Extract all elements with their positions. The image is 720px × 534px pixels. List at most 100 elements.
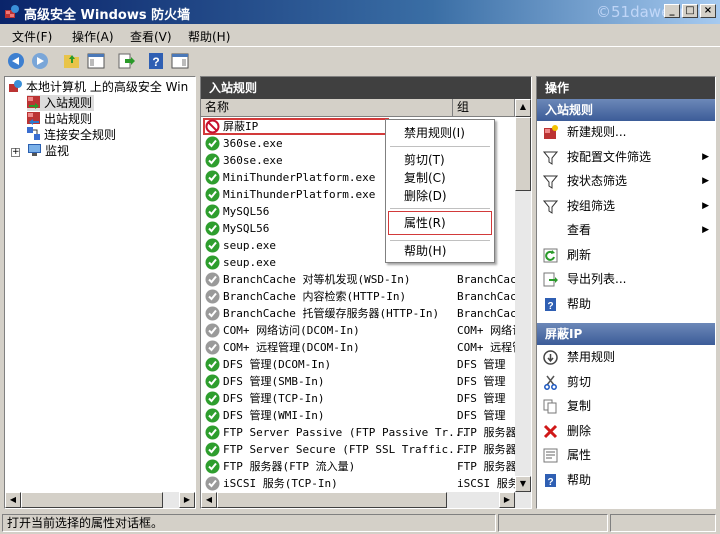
tree-item-monitoring[interactable]: + 监视 [11, 143, 69, 159]
column-header-group[interactable]: 组 [453, 99, 515, 117]
rule-row[interactable]: FTP Server Secure (FTP SSL Traffic... FTP… [203, 441, 517, 458]
disabled-rule-check-icon [205, 323, 220, 338]
status-cell-2 [498, 514, 608, 532]
enabled-rule-check-icon [205, 221, 220, 236]
disabled-rule-check-icon [205, 340, 220, 355]
action-item[interactable]: 禁用规则 [537, 346, 715, 368]
ctx-delete[interactable]: 删除(D) [404, 187, 447, 205]
actions-section-inbound[interactable]: 入站规则 [537, 99, 715, 121]
ctx-disable-rule[interactable]: 禁用规则(I) [404, 124, 465, 142]
ctx-help[interactable]: 帮助(H) [404, 242, 446, 260]
expand-icon[interactable]: + [11, 148, 20, 157]
inbound-rules-icon [27, 96, 40, 109]
action-label: 按配置文件筛选 [567, 149, 652, 164]
scroll-left-button[interactable]: ◀ [201, 492, 217, 508]
rules-hscrollbar[interactable]: ◀ ▶ [201, 492, 531, 508]
navigation-tree: 本地计算机 上的高级安全 Win 入站规则 出站规则 连接安全规则 + 监视 ◀ … [4, 76, 196, 509]
rule-row[interactable]: FTP Server Passive (FTP Passive Tr... FTP… [203, 424, 517, 441]
actions-section-selected-rule[interactable]: 屏蔽IP [537, 323, 715, 345]
tree-item-label: 连接安全规则 [44, 128, 117, 142]
submenu-arrow-icon: ▶ [702, 151, 709, 162]
tree-item-outbound-rules[interactable]: 出站规则 [27, 111, 92, 127]
scroll-thumb[interactable] [21, 492, 163, 508]
action-label: 复制 [567, 399, 592, 413]
menu-view[interactable]: 查看(V) [130, 28, 172, 45]
rule-row[interactable]: DFS 管理(TCP-In) DFS 管理 [203, 390, 515, 407]
rule-row[interactable]: FTP 服务器(FTP 流入量) FTP 服务器 [203, 458, 517, 475]
tree-root[interactable]: 本地计算机 上的高级安全 Win [9, 79, 188, 95]
svg-text:?: ? [547, 477, 553, 488]
action-item[interactable]: 查看 ▶ [537, 219, 715, 241]
rule-row[interactable]: BranchCache 托管缓存服务器(HTTP-In) BranchCach [203, 305, 517, 322]
actions-pane: 操作 入站规则 新建规则... 按配置文件筛选 ▶ 按状态筛选 ▶ 按组筛选 ▶ 查看 ▶ 刷新导… [536, 76, 716, 509]
rule-row[interactable]: DFS 管理(SMB-In) DFS 管理 [203, 373, 515, 390]
rule-name: FTP Server Secure (FTP SSL Traffic... [223, 443, 469, 456]
action-item[interactable]: 导出列表... [537, 268, 715, 290]
action-item[interactable]: ? 帮助 [537, 469, 715, 491]
rule-row[interactable]: BranchCache 对等机发现(WSD-In) BranchCach [203, 271, 517, 288]
disable-icon [543, 350, 558, 365]
rule-group: BranchCach [457, 290, 517, 303]
close-button[interactable]: × [700, 4, 716, 18]
export-list-icon[interactable] [116, 51, 136, 71]
help-icon[interactable]: ? [146, 51, 166, 71]
scroll-thumb[interactable] [217, 492, 447, 508]
menu-file[interactable]: 文件(F) [12, 28, 52, 45]
action-item[interactable]: 删除 [537, 420, 715, 442]
action-item[interactable]: ? 帮助 [537, 293, 715, 315]
action-item[interactable]: 新建规则... [537, 121, 715, 143]
action-item[interactable]: 按组筛选 ▶ [537, 195, 715, 217]
enabled-rule-check-icon [205, 442, 220, 457]
scroll-left-button[interactable]: ◀ [5, 492, 21, 508]
forward-icon[interactable] [30, 51, 50, 71]
up-folder-icon[interactable] [62, 51, 82, 71]
disabled-rule-check-icon [205, 272, 220, 287]
show-action-pane-icon[interactable] [170, 51, 190, 71]
action-item[interactable]: 按状态筛选 ▶ [537, 170, 715, 192]
show-tree-icon[interactable] [86, 51, 106, 71]
tree-item-inbound-rules[interactable]: 入站规则 [27, 95, 95, 111]
back-icon[interactable] [6, 51, 26, 71]
rule-row[interactable]: DFS 管理(DCOM-In) DFS 管理 [203, 356, 515, 373]
rule-name: seup.exe [223, 256, 276, 269]
ctx-copy[interactable]: 复制(C) [404, 169, 446, 187]
rule-row[interactable]: iSCSI 服务(TCP-In) iSCSI 服务 [203, 475, 517, 492]
rule-row[interactable]: COM+ 远程管理(DCOM-In) COM+ 远程管 [203, 339, 517, 356]
ctx-cut[interactable]: 剪切(T) [404, 151, 445, 169]
cut-icon [544, 375, 557, 390]
rule-group: DFS 管理 [457, 358, 506, 371]
enabled-rule-check-icon [205, 459, 220, 474]
export-icon [543, 272, 558, 287]
action-item[interactable]: 剪切 [537, 371, 715, 393]
rule-group: BranchCach [457, 307, 517, 320]
column-header-name[interactable]: 名称 [201, 99, 453, 117]
scroll-down-button[interactable]: ▼ [515, 476, 531, 492]
action-item[interactable]: 属性 [537, 444, 715, 466]
rule-row[interactable]: COM+ 网络访问(DCOM-In) COM+ 网络访 [203, 322, 517, 339]
rule-group: COM+ 网络访 [457, 324, 517, 337]
rule-name: FTP 服务器(FTP 流入量) [223, 460, 356, 473]
submenu-arrow-icon: ▶ [702, 200, 709, 211]
scroll-right-button[interactable]: ▶ [499, 492, 515, 508]
rule-row[interactable]: DFS 管理(WMI-In) DFS 管理 [203, 407, 515, 424]
menu-action[interactable]: 操作(A) [72, 28, 114, 45]
scroll-thumb[interactable] [515, 117, 531, 191]
scroll-right-button[interactable]: ▶ [179, 492, 195, 508]
action-label: 帮助 [567, 296, 592, 311]
rule-row[interactable]: BranchCache 内容检索(HTTP-In) BranchCach [203, 288, 517, 305]
rules-vscrollbar[interactable]: ▼ [515, 117, 531, 492]
action-item[interactable]: 按配置文件筛选 ▶ [537, 146, 715, 168]
ctx-properties[interactable]: 属性(R) [404, 214, 446, 232]
status-cell-3 [610, 514, 716, 532]
rule-row-selected[interactable]: 屏蔽IP [203, 118, 389, 135]
action-item[interactable]: 刷新 [537, 244, 715, 266]
menu-help[interactable]: 帮助(H) [188, 28, 230, 45]
tree-item-connection-security[interactable]: 连接安全规则 [27, 127, 116, 143]
minimize-button[interactable]: _ [664, 4, 680, 18]
header-scroll-up[interactable]: ▲ [515, 99, 531, 117]
left-hscrollbar[interactable]: ◀ ▶ [5, 492, 195, 508]
maximize-button[interactable]: □ [682, 4, 698, 18]
enabled-rule-check-icon [205, 374, 220, 389]
new-rule-icon [544, 125, 558, 139]
action-item[interactable]: 复制 [537, 395, 715, 417]
